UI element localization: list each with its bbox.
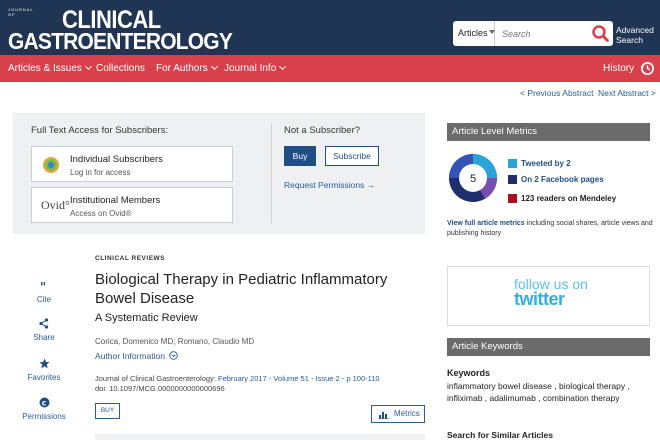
chevron-down-icon xyxy=(489,30,495,34)
twitter-color-swatch xyxy=(508,159,517,168)
previous-abstract-link[interactable]: < Previous Abstract xyxy=(520,88,593,98)
ovid-logo: Ovid° xyxy=(41,198,70,212)
site-header: JOURNAL OF CLINICAL GASTROENTEROLOGY Art… xyxy=(0,0,660,55)
altmetric-score: 5 xyxy=(470,173,476,185)
svg-text:": " xyxy=(40,280,46,291)
search-similar-heading: Search for Similar Articles xyxy=(447,430,553,440)
access-panel: Full Text Access for Subscribers: Indivi… xyxy=(13,113,425,234)
citation-journal: Journal of Clinical Gastroenterology: xyxy=(95,374,218,383)
favorites-tool[interactable]: Favorites xyxy=(20,358,68,382)
institutional-members-title: Institutional Members xyxy=(70,195,161,206)
advanced-search-link[interactable]: Advanced Search xyxy=(616,25,654,45)
divider xyxy=(271,123,272,223)
globe-icon xyxy=(43,157,59,173)
nav-label: Journal Info xyxy=(224,63,277,74)
nav-articles-issues[interactable]: Articles & Issues xyxy=(8,55,92,82)
advanced-search-line2: Search xyxy=(616,35,643,45)
search-button[interactable] xyxy=(590,23,611,44)
nav-journal-info[interactable]: Journal Info xyxy=(224,55,287,82)
main-nav: Articles & Issues Collections For Author… xyxy=(0,55,660,82)
article-citation: Journal of Clinical Gastroenterology: Fe… xyxy=(95,374,380,394)
individual-subscribers-card[interactable]: Individual Subscribers Log in for access xyxy=(31,146,233,182)
nav-label: For Authors xyxy=(156,63,208,74)
svg-text:c: c xyxy=(41,398,45,407)
article-authors: Corica, Domenico MD; Romano, Claudio MD xyxy=(95,337,255,346)
article-section: CLINICAL REVIEWS xyxy=(95,255,165,262)
view-full-metrics-text: View full article metrics including soci… xyxy=(447,219,653,239)
search-icon xyxy=(592,25,609,42)
advanced-search-line1: Advanced xyxy=(616,25,654,35)
search-input[interactable] xyxy=(496,21,592,46)
individual-subscribers-title: Individual Subscribers xyxy=(70,154,163,165)
altmetric-donut[interactable]: 5 xyxy=(447,152,499,204)
chevron-down-icon xyxy=(210,62,218,71)
subscribe-button[interactable]: Subscribe xyxy=(325,146,379,166)
tweeted-count: Tweeted by 2 xyxy=(521,159,571,168)
star-icon xyxy=(39,358,49,369)
copyright-icon: c xyxy=(39,397,49,408)
mendeley-color-swatch xyxy=(508,194,517,203)
buy-button[interactable]: Buy xyxy=(284,146,316,166)
twitter-follow-banner[interactable]: follow us on twitter xyxy=(447,266,650,326)
share-label: Share xyxy=(33,333,55,342)
metrics-button[interactable]: Metrics xyxy=(371,405,425,423)
quote-icon: " xyxy=(40,280,46,291)
chevron-down-icon xyxy=(84,62,92,71)
institutional-members-card[interactable]: Ovid° Institutional Members Access on Ov… xyxy=(31,187,233,223)
metrics-label: Metrics xyxy=(394,409,420,418)
share-tool[interactable]: Share xyxy=(20,318,68,342)
history-icon[interactable] xyxy=(640,61,655,76)
institutional-members-sub: Access on Ovid® xyxy=(70,209,132,218)
nav-label: Articles & Issues xyxy=(8,63,82,74)
nav-for-authors[interactable]: For Authors xyxy=(156,55,218,82)
search-scope-value: Articles xyxy=(458,28,488,38)
history-link[interactable]: History xyxy=(603,55,634,82)
article-level-metrics-header: Article Level Metrics xyxy=(447,123,650,141)
logo-small-text: JOURNAL OF xyxy=(8,7,34,17)
article-doi: doi: 10.1097/MCG.0000000000000696 xyxy=(95,384,225,393)
issue-link[interactable]: February 2017 - Volume 51 - Issue 2 - p … xyxy=(218,374,380,383)
cite-label: Cite xyxy=(36,295,52,304)
chevron-down-circle-icon xyxy=(169,351,179,360)
request-permissions-link[interactable]: Request Permissions → xyxy=(284,180,375,190)
mendeley-count: 123 readers on Mendeley xyxy=(521,194,617,203)
next-abstract-link[interactable]: Next Abstract > xyxy=(598,88,656,98)
article-title: Biological Therapy in Pediatric Inflamma… xyxy=(95,271,388,307)
keywords-heading: Keywords xyxy=(447,368,491,378)
facebook-count: On 2 Facebook pages xyxy=(521,175,604,184)
bar-chart-icon xyxy=(379,412,389,419)
article-subtitle: A Systematic Review xyxy=(95,312,198,324)
cite-tool[interactable]: " Cite xyxy=(20,280,68,304)
author-information-toggle[interactable]: Author Information xyxy=(95,351,179,361)
twitter-logo-text: twitter xyxy=(514,289,565,309)
view-full-metrics-link[interactable]: View full article metrics xyxy=(447,220,525,227)
chevron-down-icon xyxy=(279,62,287,71)
buy-article-button[interactable]: BUY xyxy=(95,403,120,419)
permissions-label: Permissions xyxy=(22,412,66,421)
keywords-list: inflammatory bowel disease , biological … xyxy=(447,381,630,403)
permissions-tool[interactable]: c Permissions xyxy=(20,397,68,421)
facebook-color-swatch xyxy=(508,175,517,184)
logo-gastro-text: GASTROENTEROLOGY xyxy=(8,29,233,55)
article-keywords-header: Article Keywords xyxy=(447,338,650,356)
share-icon xyxy=(39,318,49,329)
access-title: Full Text Access for Subscribers: xyxy=(31,125,169,136)
author-info-label: Author Information xyxy=(95,351,165,361)
content-panel-edge xyxy=(95,434,425,440)
favorites-label: Favorites xyxy=(27,373,61,382)
individual-subscribers-sub: Log in for access xyxy=(70,168,131,177)
nav-label: Collections xyxy=(96,63,145,74)
search-bar: Articles xyxy=(453,21,613,46)
nav-collections[interactable]: Collections xyxy=(96,55,145,82)
not-subscriber-title: Not a Subscriber? xyxy=(284,125,361,136)
